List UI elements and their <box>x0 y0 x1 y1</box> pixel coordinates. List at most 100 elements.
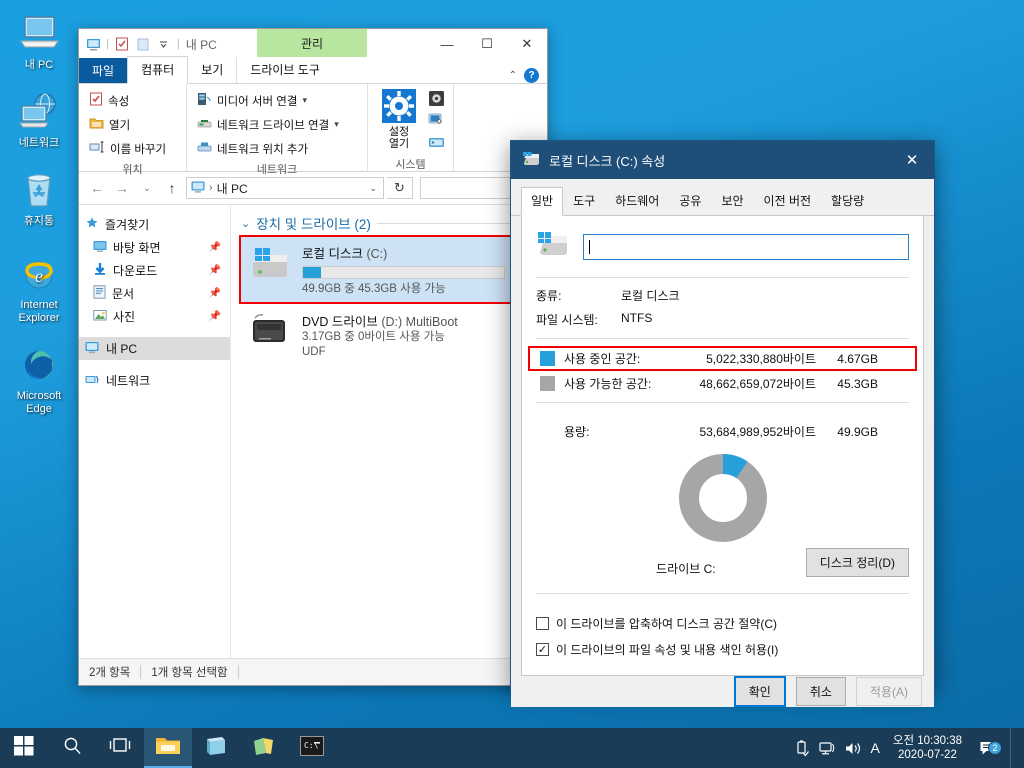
ribbon-button-map-network-drive[interactable]: 네트워크 드라이브 연결 ▾ <box>193 114 343 135</box>
manage-icon[interactable] <box>428 134 445 154</box>
ok-button[interactable]: 확인 <box>733 676 786 707</box>
pin-icon[interactable]: 📌 <box>209 311 221 322</box>
minimize-button[interactable]: — <box>427 29 467 59</box>
help-icon[interactable]: ? <box>524 68 539 83</box>
start-button[interactable] <box>0 728 48 768</box>
system-properties-icon[interactable] <box>428 112 445 132</box>
sidebar-item-pictures[interactable]: 사진 📌 <box>79 305 230 328</box>
ribbon-tab-right-controls: ⌃ ? <box>509 68 547 83</box>
tab-drive-tools[interactable]: 드라이브 도구 <box>236 57 333 83</box>
chevron-down-icon[interactable]: ⌄ <box>369 183 379 194</box>
back-button[interactable]: ← <box>86 177 108 199</box>
notification-center-button[interactable]: 2 <box>975 740 1002 757</box>
taskbar-clock[interactable]: 오전 10:30:38 2020-07-22 <box>889 734 966 762</box>
ribbon-button-add-network-location[interactable]: 네트워크 위치 추가 <box>193 138 343 159</box>
desktop-icon-recycle-bin[interactable]: 휴지통 <box>0 162 78 232</box>
show-desktop-button[interactable] <box>1010 728 1018 768</box>
ribbon-group-system-items: 설정 열기 <box>374 87 447 154</box>
taskbar-file-explorer[interactable] <box>144 728 192 768</box>
sidebar-item-favorites[interactable]: 즐겨찾기 <box>79 213 230 236</box>
volume-icon[interactable] <box>845 741 862 756</box>
ribbon-label: 미디어 서버 연결 <box>217 95 298 108</box>
tab-general[interactable]: 일반 <box>521 187 564 216</box>
ribbon-label: 열기 <box>109 119 131 132</box>
desktop-icon-my-pc[interactable]: 내 PC <box>0 6 78 76</box>
computer-icon[interactable] <box>85 36 101 52</box>
computer-icon <box>2 12 76 56</box>
recent-locations-icon[interactable]: ⌄ <box>136 177 158 199</box>
properties-icon[interactable] <box>114 36 130 52</box>
clock-date: 2020-07-22 <box>898 749 957 761</box>
task-view-button[interactable] <box>96 728 144 768</box>
search-button[interactable] <box>48 728 96 768</box>
disk-cleanup-button[interactable]: 디스크 정리(D) <box>805 548 909 577</box>
pin-icon[interactable]: 📌 <box>209 288 221 299</box>
pin-icon[interactable]: 📌 <box>209 265 221 276</box>
taskbar-command-prompt[interactable]: C:\ <box>288 728 336 768</box>
chevron-down-icon[interactable] <box>156 36 172 52</box>
ribbon-button-open-settings[interactable]: 설정 열기 <box>376 87 422 154</box>
network-icon[interactable] <box>818 741 836 756</box>
tab-view[interactable]: 보기 <box>188 57 236 83</box>
group-header-devices-and-drives[interactable]: ⌄ 장치 및 드라이브 (2) <box>241 213 537 237</box>
close-button[interactable]: ✕ <box>507 29 547 59</box>
taskbar-sticky-notes[interactable] <box>240 728 288 768</box>
drive-item-local-disk-c[interactable]: 로컬 디스크 (C:) 49.9GB 중 45.3GB 사용 가능 <box>239 235 539 304</box>
chevron-down-icon[interactable]: ▾ <box>334 119 339 130</box>
ribbon-button-open[interactable]: 열기 <box>85 114 170 135</box>
usb-eject-icon[interactable] <box>795 740 810 757</box>
sidebar-item-documents[interactable]: 문서 📌 <box>79 282 230 305</box>
collapse-ribbon-icon[interactable]: ⌃ <box>509 70 517 81</box>
tab-quota[interactable]: 할당량 <box>821 187 874 215</box>
sidebar-item-desktop[interactable]: 바탕 화면 📌 <box>79 236 230 259</box>
forward-button[interactable]: → <box>111 177 133 199</box>
tab-computer[interactable]: 컴퓨터 <box>127 56 189 84</box>
contextual-tab-manage[interactable]: 관리 <box>257 29 367 57</box>
chevron-down-icon[interactable]: ⌄ <box>241 217 250 230</box>
maximize-button[interactable]: ☐ <box>467 29 507 59</box>
tab-file[interactable]: 파일 <box>79 58 128 83</box>
address-path-box[interactable]: › 내 PC ⌄ <box>186 177 384 199</box>
tab-security[interactable]: 보안 <box>711 187 753 215</box>
desktop-icon-label: 휴지통 <box>23 215 55 227</box>
allow-indexing-checkbox[interactable]: ✓ <box>536 643 549 656</box>
compress-drive-checkbox[interactable] <box>536 617 549 630</box>
close-icon[interactable]: ✕ <box>890 141 934 179</box>
documents-icon <box>93 285 106 302</box>
chevron-down-icon[interactable]: ▾ <box>302 95 307 106</box>
content-pane: ⌄ 장치 및 드라이브 (2) 로컬 디스크 (C:) 49.9GB 중 45.… <box>231 205 547 658</box>
tab-tools[interactable]: 도구 <box>563 187 605 215</box>
sidebar-label: 바탕 화면 <box>113 241 161 255</box>
checkbox-row-index[interactable]: ✓ 이 드라이브의 파일 속성 및 내용 색인 허용(I) <box>536 641 909 658</box>
drive-item-dvd-d[interactable]: DVD 드라이브 (D:) MultiBoot 3.17GB 중 0바이트 사용… <box>241 305 537 365</box>
desktop-icon-network[interactable]: 네트워크 <box>0 84 78 154</box>
tab-hardware[interactable]: 하드웨어 <box>605 187 669 215</box>
desktop-icon <box>93 240 107 256</box>
clock-time: 오전 10:30:38 <box>892 735 962 747</box>
uninstall-program-icon[interactable] <box>428 90 445 110</box>
sidebar-item-downloads[interactable]: 다운로드 📌 <box>79 259 230 282</box>
sidebar-item-network[interactable]: 네트워크 <box>79 369 230 392</box>
status-bar: 2개 항목 1개 항목 선택함 <box>79 658 547 685</box>
pin-icon[interactable]: 📌 <box>209 242 221 253</box>
taskbar-store[interactable] <box>192 728 240 768</box>
sidebar-item-my-pc[interactable]: 내 PC <box>79 337 230 360</box>
ime-icon[interactable]: A <box>871 740 880 756</box>
tab-sharing[interactable]: 공유 <box>669 187 711 215</box>
refresh-button[interactable]: ↻ <box>387 177 413 199</box>
tab-previous-versions[interactable]: 이전 버전 <box>754 187 822 215</box>
desktop-icon-internet-explorer[interactable]: e Internet Explorer <box>0 246 78 329</box>
open-folder-icon <box>89 116 104 133</box>
desktop-icon-microsoft-edge[interactable]: Microsoft Edge <box>0 337 78 420</box>
divider-2 <box>536 338 909 339</box>
breadcrumb-my-pc[interactable]: 내 PC <box>217 180 248 197</box>
ribbon-button-rename[interactable]: 이름 바꾸기 <box>85 138 170 159</box>
sidebar-label: 다운로드 <box>113 264 158 278</box>
checkbox-row-compress[interactable]: 이 드라이브를 압축하여 디스크 공간 절약(C) <box>536 615 909 632</box>
up-button[interactable]: ↑ <box>161 177 183 199</box>
volume-label-input[interactable] <box>583 233 909 260</box>
new-folder-icon[interactable] <box>135 36 151 52</box>
ribbon-button-connect-media-server[interactable]: 미디어 서버 연결 ▾ <box>193 90 343 111</box>
ribbon-button-properties[interactable]: 속성 <box>85 90 170 111</box>
cancel-button[interactable]: 취소 <box>795 677 846 706</box>
